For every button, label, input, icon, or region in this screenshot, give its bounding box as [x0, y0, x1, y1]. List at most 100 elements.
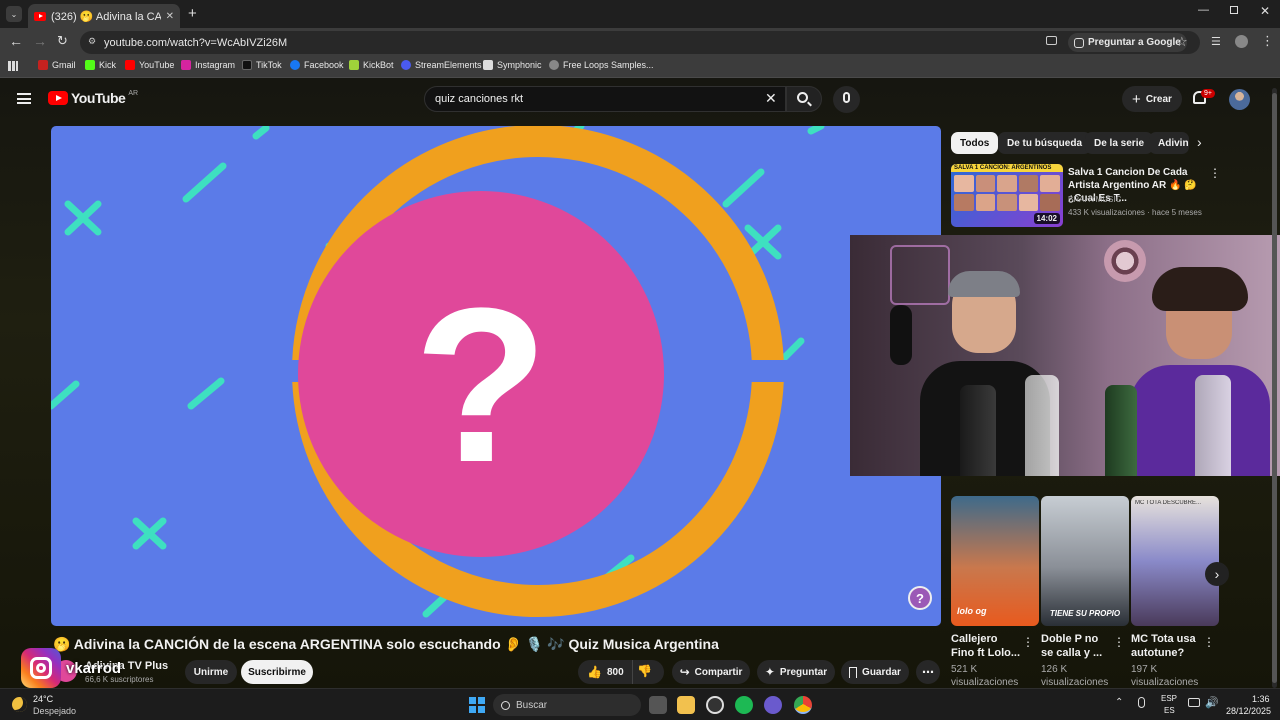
chevron-right-icon: ›	[1214, 566, 1220, 582]
recommended-more-icon[interactable]: ⋮	[1209, 166, 1221, 180]
profile-avatar-icon[interactable]	[1235, 35, 1248, 48]
bookmark-facebook[interactable]: Facebook	[290, 60, 344, 70]
chip-from-series[interactable]: De la serie	[1085, 132, 1154, 154]
short-thumbnail-1[interactable]: lolo og	[951, 496, 1039, 626]
cast-icon[interactable]	[1046, 36, 1057, 45]
taskbar-search-icon	[501, 700, 510, 710]
bookmark-gmail[interactable]: Gmail	[38, 60, 76, 70]
weather-moon-icon[interactable]	[12, 697, 27, 712]
task-view-icon[interactable]	[649, 696, 667, 714]
clock-time[interactable]: 1:36	[1252, 694, 1270, 704]
chip-adivina[interactable]: Adivin	[1149, 132, 1189, 154]
bottle-3	[1105, 385, 1137, 476]
short-thumbnail-2[interactable]: TIENE SU PROPIO	[1041, 496, 1129, 626]
window-close-icon[interactable]: ✕	[1260, 4, 1270, 18]
browser-tab-active[interactable]: (326) 🫢 Adivina la CANCIÓN d ✕	[28, 4, 180, 28]
recommended-channel[interactable]: BRAHYMUSIC	[1068, 195, 1121, 204]
help-badge[interactable]: ?	[908, 586, 932, 610]
bookmark-kickbot[interactable]: KickBot	[349, 60, 394, 70]
app-icon[interactable]	[764, 696, 782, 714]
more-actions-button[interactable]: ⋯	[916, 660, 940, 684]
dislike-button[interactable]: 👎	[637, 664, 652, 678]
chips-next-icon[interactable]: ›	[1197, 134, 1202, 150]
weather-temperature[interactable]: 24°C	[33, 694, 53, 704]
obs-icon[interactable]	[706, 696, 724, 714]
back-icon[interactable]: ←	[9, 33, 23, 49]
sparkle-icon: ✦	[764, 665, 775, 679]
short-views-count: 521 K	[951, 664, 978, 675]
recommended-video-thumbnail[interactable]: SALVA 1 CANCIÓN: ARGENTINOS 14:02	[951, 164, 1063, 227]
youtube-logo[interactable]: YouTube AR	[48, 90, 138, 106]
voice-search-button[interactable]	[833, 86, 860, 113]
short-views-label: visualizaciones	[951, 677, 1019, 688]
taskbar-search-box[interactable]: Buscar	[493, 694, 641, 716]
bookmark-tiktok[interactable]: TikTok	[242, 60, 282, 70]
account-avatar[interactable]	[1229, 89, 1250, 110]
hamburger-menu-icon[interactable]	[17, 93, 31, 104]
url-text: youtube.com/watch?v=WcAbIVZi26M	[104, 36, 288, 49]
system-tray-chevron-icon[interactable]: ⌃	[1115, 697, 1123, 708]
volume-icon[interactable]: 🔊	[1205, 696, 1219, 709]
forward-icon[interactable]: →	[33, 33, 47, 49]
tab-list-chevron-icon[interactable]: ⌄	[6, 6, 22, 22]
tray-microphone-icon[interactable]	[1138, 697, 1145, 708]
short-more-icon-1[interactable]: ⋮	[1022, 635, 1034, 649]
reload-icon[interactable]: ↻	[57, 33, 68, 49]
short-title-2[interactable]: Doble P no se calla y ...	[1041, 632, 1102, 660]
bookmark-symphonic[interactable]: Symphonic	[483, 60, 542, 70]
ask-button[interactable]: ✦ Preguntar	[757, 660, 835, 684]
file-explorer-icon[interactable]	[677, 696, 695, 714]
save-button[interactable]: Guardar	[841, 660, 909, 684]
bookmark-youtube[interactable]: YouTube	[125, 60, 174, 70]
bookmark-kick[interactable]: Kick	[85, 60, 116, 70]
chip-all[interactable]: Todos	[951, 132, 999, 154]
browser-tab-bar: ⌄ (326) 🫢 Adivina la CANCIÓN d ✕ + — ✕	[0, 0, 1280, 28]
chip-label: De la serie	[1094, 137, 1145, 149]
short-title-3[interactable]: MC Tota usa autotune?	[1131, 632, 1196, 660]
short-more-icon-2[interactable]: ⋮	[1113, 635, 1125, 649]
share-icon: ↪	[679, 665, 690, 679]
bookmark-streamelements[interactable]: StreamElements	[401, 60, 482, 70]
network-icon[interactable]	[1188, 698, 1200, 707]
short-thumbnail-3[interactable]: MC TOTA DESCUBRE...	[1131, 496, 1219, 626]
search-button[interactable]	[786, 86, 822, 112]
bookmark-instagram[interactable]: Instagram	[181, 60, 235, 70]
chip-from-search[interactable]: De tu búsqueda	[998, 132, 1092, 154]
tab-close-icon[interactable]: ✕	[166, 11, 174, 22]
apps-grid-icon[interactable]	[8, 61, 18, 71]
short-more-icon-3[interactable]: ⋮	[1203, 635, 1215, 649]
join-button[interactable]: Unirme	[185, 660, 237, 684]
site-info-icon[interactable]: ⚙	[88, 36, 96, 47]
video-player[interactable]: ? ?	[51, 126, 941, 626]
windows-start-icon[interactable]	[469, 697, 485, 713]
bookmark-label: Symphonic	[497, 60, 542, 70]
ask-google-label: Preguntar a Google	[1088, 37, 1181, 48]
streamelements-icon	[401, 60, 411, 70]
share-button[interactable]: ↪ Compartir	[672, 660, 750, 684]
short-title-1[interactable]: Callejero Fino ft Lolo...	[951, 632, 1020, 660]
search-box[interactable]: quiz canciones rkt ✕	[424, 86, 786, 112]
new-tab-icon[interactable]: +	[188, 5, 197, 22]
scrollbar-thumb[interactable]	[1272, 93, 1277, 683]
bookmark-label: Gmail	[52, 60, 76, 70]
address-bar[interactable]: ⚙ youtube.com/watch?v=WcAbIVZi26M Pregun…	[80, 31, 1200, 54]
chrome-icon[interactable]	[794, 696, 812, 714]
browser-menu-icon[interactable]: ⋮	[1261, 33, 1274, 49]
page-scrollbar[interactable]	[1272, 88, 1277, 688]
keyboard-language-1[interactable]: ESP	[1161, 694, 1177, 703]
ask-google-button[interactable]: Preguntar a Google	[1068, 33, 1187, 52]
spotify-icon[interactable]	[735, 696, 753, 714]
bookmark-label: YouTube	[139, 60, 175, 70]
window-restore-icon[interactable]	[1230, 6, 1238, 14]
bookmark-star-icon[interactable]: ☆	[1176, 34, 1188, 50]
shorts-next-button[interactable]: ›	[1205, 562, 1229, 586]
create-button[interactable]: + Crear	[1122, 86, 1182, 112]
like-button[interactable]: 👍 800	[578, 660, 633, 684]
search-input[interactable]: quiz canciones rkt	[435, 93, 523, 105]
bookmark-free-loops[interactable]: Free Loops Samples...	[549, 60, 654, 70]
symphonic-icon	[483, 60, 493, 70]
subscribe-button[interactable]: Suscribirme	[241, 660, 313, 684]
window-minimize-icon[interactable]: —	[1198, 4, 1209, 16]
tab-search-icon[interactable]: ☰	[1211, 35, 1221, 48]
clear-search-icon[interactable]: ✕	[765, 90, 777, 107]
